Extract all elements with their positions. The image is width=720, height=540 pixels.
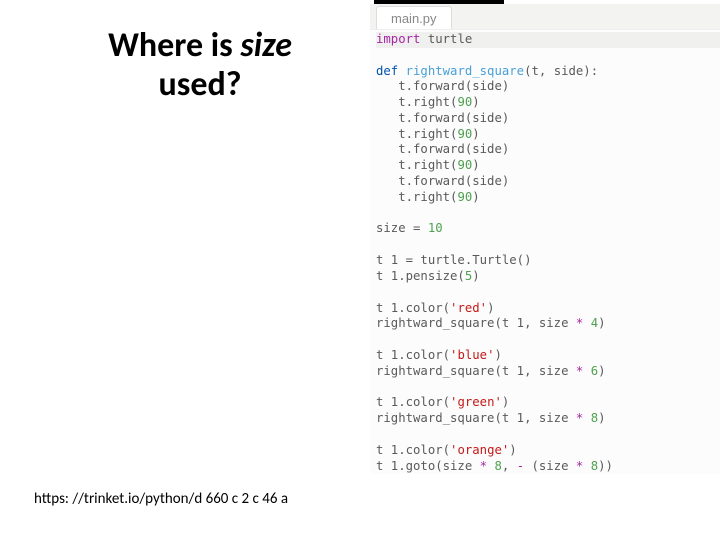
code-line: rightward_square(t 1, size * 6) (376, 364, 720, 380)
code-line: t 1.color('orange') (376, 443, 720, 459)
code-line: rightward_square(t 1, size * 4) (376, 316, 720, 332)
title-em: size (240, 25, 292, 66)
code-line: t.right(90) (376, 158, 720, 174)
code-line: size = 10 (376, 221, 720, 237)
code-line: def rightward_square(t, side): (376, 64, 720, 80)
tab-main-py[interactable]: main.py (376, 6, 452, 29)
code-line: t.right(90) (376, 190, 720, 206)
code-line: t.forward(side) (376, 111, 720, 127)
blank-line (376, 48, 720, 64)
code-line: t 1.pensize(5) (376, 269, 720, 285)
title-text-2: used? (159, 64, 242, 105)
blank-line (376, 332, 720, 348)
left-column: Where is size used? https: //trinket.io/… (0, 0, 370, 540)
slide: Where is size used? https: //trinket.io/… (0, 0, 720, 540)
blank-line (376, 427, 720, 443)
blank-line (376, 285, 720, 301)
blank-line (376, 379, 720, 395)
code-line: t.right(90) (376, 127, 720, 143)
blank-line (376, 237, 720, 253)
code-line: t 1.color('red') (376, 301, 720, 317)
code-line: t 1.goto(size * 8, - (size * 8)) (376, 459, 720, 475)
code-line: t 1.color('blue') (376, 348, 720, 364)
code-line: t.forward(side) (376, 79, 720, 95)
slide-title: Where is size used? (50, 26, 350, 104)
tab-row: main.py (370, 4, 720, 30)
code-panel: main.py import turtle def rightward_squa… (370, 0, 720, 540)
code-line: t.forward(side) (376, 174, 720, 190)
code-editor: import turtle def rightward_square(t, si… (370, 30, 720, 474)
code-line: rightward_square(t 1, size * 8) (376, 411, 720, 427)
code-line: t.forward(side) (376, 142, 720, 158)
code-line: t.right(90) (376, 95, 720, 111)
source-url: https: //trinket.io/python/d 660 c 2 c 4… (34, 490, 288, 508)
blank-line (376, 205, 720, 221)
code-line: import turtle (376, 32, 720, 48)
title-text-1: Where is (108, 25, 240, 66)
code-line: t 1.color('green') (376, 395, 720, 411)
code-line: t 1 = turtle.Turtle() (376, 253, 720, 269)
